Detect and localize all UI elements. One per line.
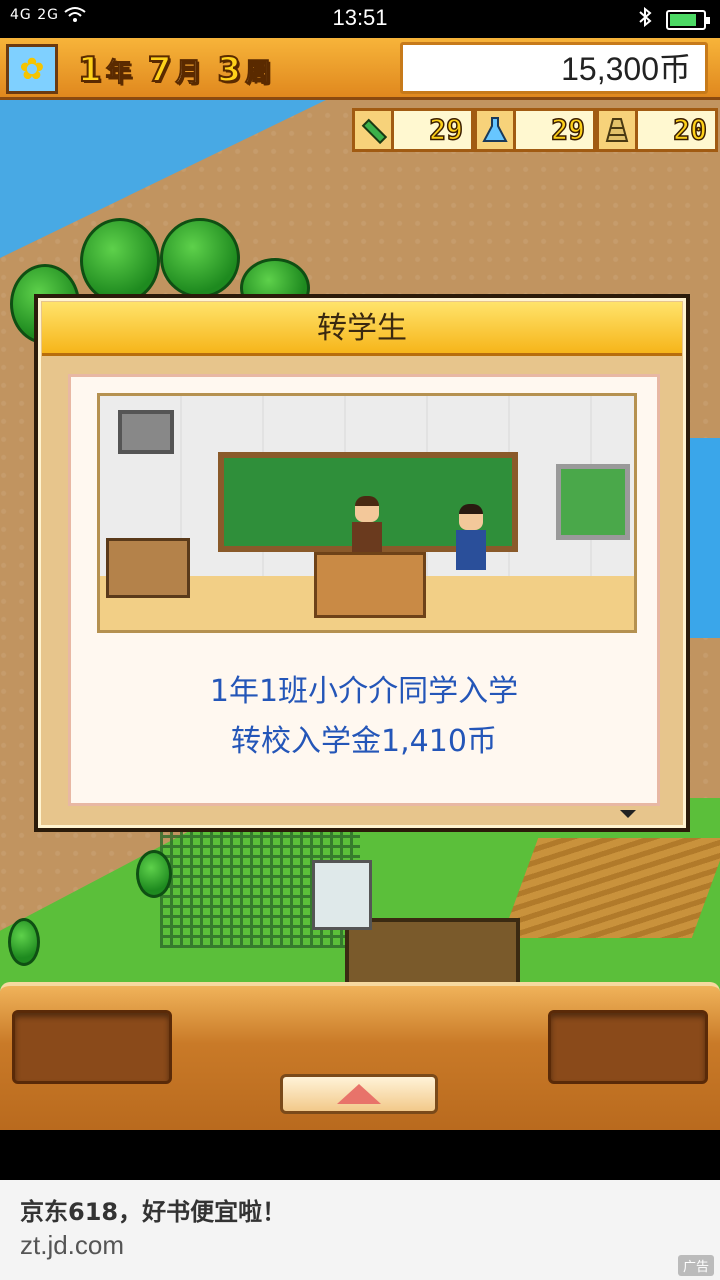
game-date: 1 年 7 月 3 周 <box>77 48 283 92</box>
open-menu-button[interactable] <box>280 1074 438 1114</box>
ad-badge: 广告 <box>677 1255 714 1276</box>
month-number: 7 <box>147 49 173 91</box>
sports-stat-value: 20 <box>638 108 718 152</box>
dialog-body: 1年1班小介介同学入学 转校入学金1,410币 <box>68 374 660 806</box>
message-line-2: 转校入学金1,410币 <box>231 724 497 759</box>
arrow-up-icon <box>337 1084 381 1104</box>
study-stat-value: 29 <box>394 108 474 152</box>
student-character <box>454 504 488 580</box>
tree <box>160 218 240 298</box>
dialog-title: 转学生 <box>42 302 682 356</box>
week-unit: 周 <box>245 57 272 88</box>
cone-icon <box>596 108 638 152</box>
stats-bar: 29 29 20 <box>352 108 720 152</box>
ad-title[interactable]: 京东618，好书便宜啦！ <box>20 1192 286 1227</box>
status-bar: 4G 2G 13:51 <box>0 0 720 38</box>
tree <box>136 850 172 898</box>
crop-field[interactable] <box>501 838 720 938</box>
student-body <box>456 530 486 570</box>
lectern <box>314 552 426 618</box>
battery-icon <box>666 9 710 30</box>
transfer-student-dialog[interactable]: 转学生 1年1班小介介同学入学 转校入学金1,410币 <box>34 294 690 832</box>
bluetooth-icon <box>638 6 652 32</box>
week-number: 3 <box>216 49 242 91</box>
year-number: 1 <box>77 49 103 91</box>
flask-icon <box>474 108 516 152</box>
pencil-icon <box>352 108 394 152</box>
clock: 13:51 <box>332 5 388 30</box>
dialog-message: 1年1班小介介同学入学 转校入学金1,410币 <box>71 667 657 767</box>
classroom-illustration <box>97 393 637 633</box>
tv-icon <box>118 410 174 454</box>
tree <box>80 218 160 304</box>
ad-banner[interactable]: 京东618，好书便宜啦！ zt.jd.com 广告 <box>0 1180 720 1280</box>
sunflower-icon[interactable]: ✿ <box>6 44 58 94</box>
bottom-menu-bar <box>0 982 720 1130</box>
bulletin-board <box>556 464 630 540</box>
science-stat-value: 29 <box>516 108 596 152</box>
menu-slot-right[interactable] <box>548 1010 708 1084</box>
student-head <box>459 504 483 530</box>
student-desk <box>106 538 190 598</box>
continue-arrow-icon[interactable] <box>620 810 636 818</box>
weather-station[interactable] <box>312 860 372 930</box>
teacher-head <box>355 496 379 522</box>
menu-slot-left[interactable] <box>12 1010 172 1084</box>
month-unit: 月 <box>175 57 202 88</box>
battery-fill <box>670 13 696 26</box>
tree <box>8 918 40 966</box>
message-line-1: 1年1班小介介同学入学 <box>209 674 519 709</box>
ad-url[interactable]: zt.jd.com <box>20 1230 124 1261</box>
year-unit: 年 <box>105 57 132 88</box>
money-display: 15,300币 <box>400 42 708 94</box>
